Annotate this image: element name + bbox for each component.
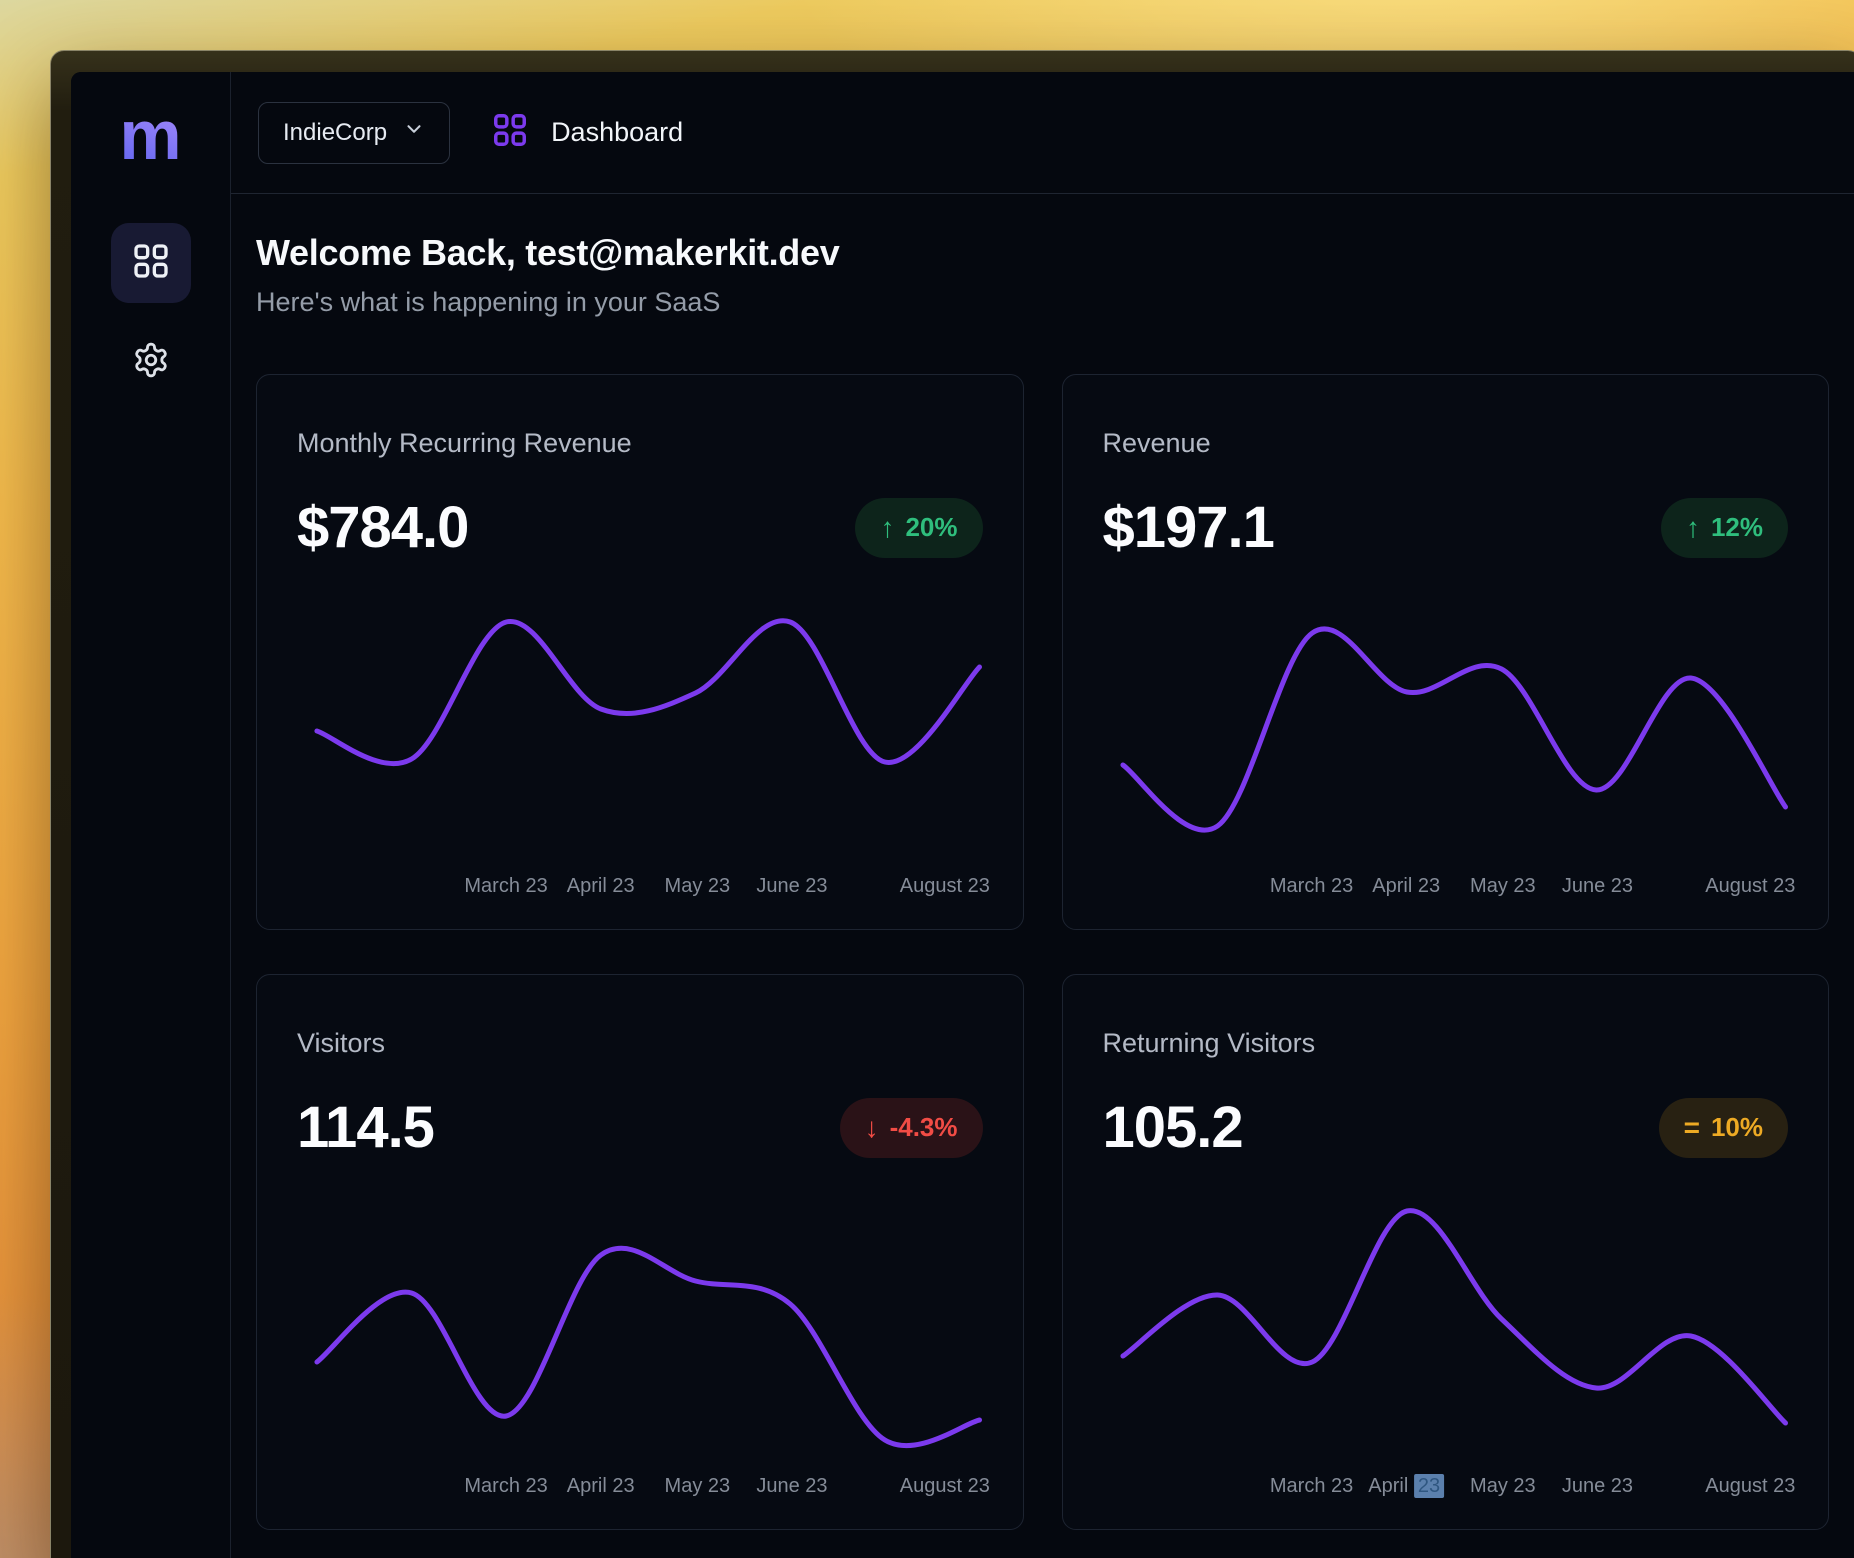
axis-tick-label: May 23	[1470, 875, 1536, 898]
axis-tick-label: August 23	[900, 1475, 990, 1498]
axis-tick-label: March 23	[464, 875, 547, 898]
card-title: Visitors	[297, 1027, 983, 1059]
welcome-subheading: Here's what is happening in your SaaS	[256, 286, 1829, 318]
x-axis-labels: March 23April 23May 23June 23August 23	[1103, 875, 1789, 901]
line-chart	[297, 591, 983, 871]
selected-text-highlight: 23	[1414, 1474, 1444, 1498]
axis-tick-label: April 23	[1372, 875, 1440, 898]
line-chart	[1103, 1191, 1789, 1471]
axis-tick-label: August 23	[1705, 1475, 1795, 1498]
axis-tick-label: May 23	[1470, 1475, 1536, 1498]
axis-tick-label: June 23	[1562, 875, 1633, 898]
value-row: $784.0 ↑ 20%	[297, 493, 983, 563]
metrics-grid: Monthly Recurring Revenue $784.0 ↑ 20% M…	[256, 374, 1829, 1530]
axis-tick-label: August 23	[900, 875, 990, 898]
axis-tick-label: April 23	[567, 875, 635, 898]
x-axis-labels: March 23April 23May 23June 23August 23	[1103, 1475, 1789, 1501]
line-chart	[1103, 591, 1789, 871]
axis-tick-label: August 23	[1705, 875, 1795, 898]
top-header: IndieCorp Dashboard	[231, 72, 1854, 194]
axis-tick-label: April 23	[1368, 1475, 1444, 1498]
page-title: Dashboard	[551, 117, 683, 148]
breadcrumb: Dashboard	[491, 111, 683, 154]
axis-tick-label: June 23	[756, 1475, 827, 1498]
workspace-name: IndieCorp	[283, 119, 387, 147]
trend-badge: = 10%	[1659, 1098, 1788, 1158]
axis-tick-label: March 23	[1270, 875, 1353, 898]
sidebar-item-dashboard[interactable]	[111, 223, 191, 303]
equals-icon: =	[1684, 1112, 1700, 1144]
card-title: Revenue	[1103, 427, 1789, 459]
sidebar-item-settings[interactable]	[127, 338, 175, 386]
card-revenue: Revenue $197.1 ↑ 12% March 23 April 23 May…	[1062, 374, 1830, 930]
card-returning-visitors: Returning Visitors 105.2 = 10% March 23 A…	[1062, 974, 1830, 1530]
axis-tick-label: March 23	[464, 1475, 547, 1498]
axis-tick-label: March 23	[1270, 1475, 1353, 1498]
axis-tick-label: June 23	[1562, 1475, 1633, 1498]
app-root: m	[71, 72, 1854, 1558]
axis-tick-label: May 23	[665, 875, 731, 898]
card-monthly-recurring-revenue: Monthly Recurring Revenue $784.0 ↑ 20% M…	[256, 374, 1024, 930]
arrow-up-icon: ↑	[880, 512, 894, 544]
x-axis-labels: March 23April 23May 23June 23August 23	[297, 1475, 983, 1501]
value-row: 105.2 = 10%	[1103, 1093, 1789, 1163]
desktop-wallpaper: m	[0, 0, 1854, 1558]
card-visitors: Visitors 114.5 ↓ -4.3% March 23 April 23 M…	[256, 974, 1024, 1530]
gear-icon	[132, 341, 170, 384]
trend-value: 10%	[1711, 1112, 1763, 1143]
grid-icon	[131, 241, 171, 286]
trend-value: -4.3%	[890, 1112, 958, 1143]
x-axis-labels: March 23April 23May 23June 23August 23	[297, 875, 983, 901]
axis-tick-label: May 23	[665, 1475, 731, 1498]
axis-tick-label: April 23	[567, 1475, 635, 1498]
arrow-down-icon: ↓	[865, 1112, 879, 1144]
trend-badge: ↓ -4.3%	[840, 1098, 983, 1158]
welcome-heading: Welcome Back, test@makerkit.dev	[256, 231, 1829, 274]
trend-badge: ↑ 12%	[1661, 498, 1788, 558]
metric-value: $197.1	[1103, 493, 1274, 563]
value-row: $197.1 ↑ 12%	[1103, 493, 1789, 563]
trend-badge: ↑ 20%	[855, 498, 982, 558]
trend-value: 12%	[1711, 512, 1763, 543]
chevron-down-icon	[403, 118, 425, 147]
metric-value: $784.0	[297, 493, 468, 563]
trend-value: 20%	[905, 512, 957, 543]
grid-icon	[491, 111, 529, 154]
makerkit-logo: m	[119, 100, 181, 170]
main-content: Welcome Back, test@makerkit.dev Here's w…	[231, 194, 1854, 1558]
metric-value: 105.2	[1103, 1093, 1243, 1163]
card-title: Returning Visitors	[1103, 1027, 1789, 1059]
app-window: m	[50, 50, 1854, 1558]
arrow-up-icon: ↑	[1686, 512, 1700, 544]
value-row: 114.5 ↓ -4.3%	[297, 1093, 983, 1163]
axis-tick-label: June 23	[756, 875, 827, 898]
line-chart	[297, 1191, 983, 1471]
card-title: Monthly Recurring Revenue	[297, 427, 983, 459]
sidebar: m	[71, 72, 231, 1558]
workspace-selector-button[interactable]: IndieCorp	[258, 102, 450, 164]
metric-value: 114.5	[297, 1093, 434, 1163]
